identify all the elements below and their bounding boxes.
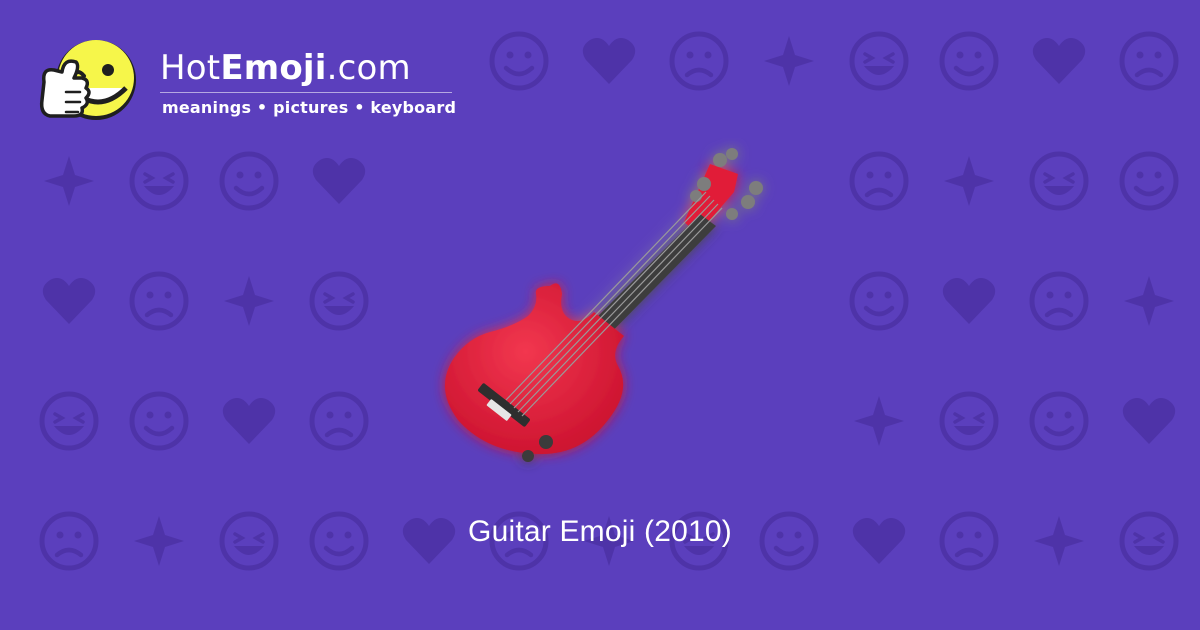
check-mark-icon — [938, 390, 1000, 452]
brand-suffix: .com — [326, 48, 411, 88]
brand-name: HotEmoji.com — [160, 50, 411, 86]
winking-thumbs-up-icon — [38, 32, 148, 132]
guitar-icon — [410, 138, 790, 498]
tagline: meanings • pictures • keyboard — [162, 98, 457, 117]
see-no-evil-monkey-icon — [218, 150, 280, 212]
smiling-imp-icon — [938, 270, 1000, 332]
share-card: HotEmoji.com meanings • pictures • keybo… — [0, 0, 1200, 630]
sparkles-icon — [848, 150, 910, 212]
recycling-icon — [1118, 30, 1180, 92]
brand-prefix: Hot — [160, 48, 221, 88]
victory-hand-icon — [308, 150, 370, 212]
two-hearts-icon — [308, 270, 370, 332]
rose-icon — [218, 390, 280, 452]
heart-icon — [938, 150, 1000, 212]
heart-arrow-icon — [218, 270, 280, 332]
expressionless-face-icon — [848, 30, 910, 92]
confused-face-icon — [1028, 150, 1090, 212]
brand-strong: Emoji — [220, 48, 327, 88]
musical-notes-icon — [128, 150, 190, 212]
ok-hand-icon — [758, 30, 820, 92]
sun-icon — [308, 390, 370, 452]
camera-icon — [1118, 390, 1180, 452]
crying-face-icon — [848, 270, 910, 332]
emoji-caption: Guitar Emoji (2010) — [468, 515, 732, 548]
logo-divider — [160, 92, 452, 93]
heart-eyes-cat-icon — [1028, 390, 1090, 452]
oncoming-fist-icon — [38, 390, 100, 452]
eyes-icon — [938, 30, 1000, 92]
flexed-biceps-icon — [848, 390, 910, 452]
raising-hands-icon — [38, 150, 100, 212]
tongue-face-icon — [1118, 150, 1180, 212]
party-popper-icon — [128, 390, 190, 452]
broken-heart-icon — [488, 30, 550, 92]
hotemoji-logo[interactable]: HotEmoji.com meanings • pictures • keybo… — [38, 32, 468, 132]
raised-hands-icon — [128, 270, 190, 332]
relieved-face-icon — [1028, 30, 1090, 92]
frowning-face-icon — [38, 270, 100, 332]
persevering-face-icon — [668, 30, 730, 92]
fire-icon — [1118, 270, 1180, 332]
left-arrow-icon — [1028, 270, 1090, 332]
slightly-smiling-face-icon — [578, 30, 640, 92]
